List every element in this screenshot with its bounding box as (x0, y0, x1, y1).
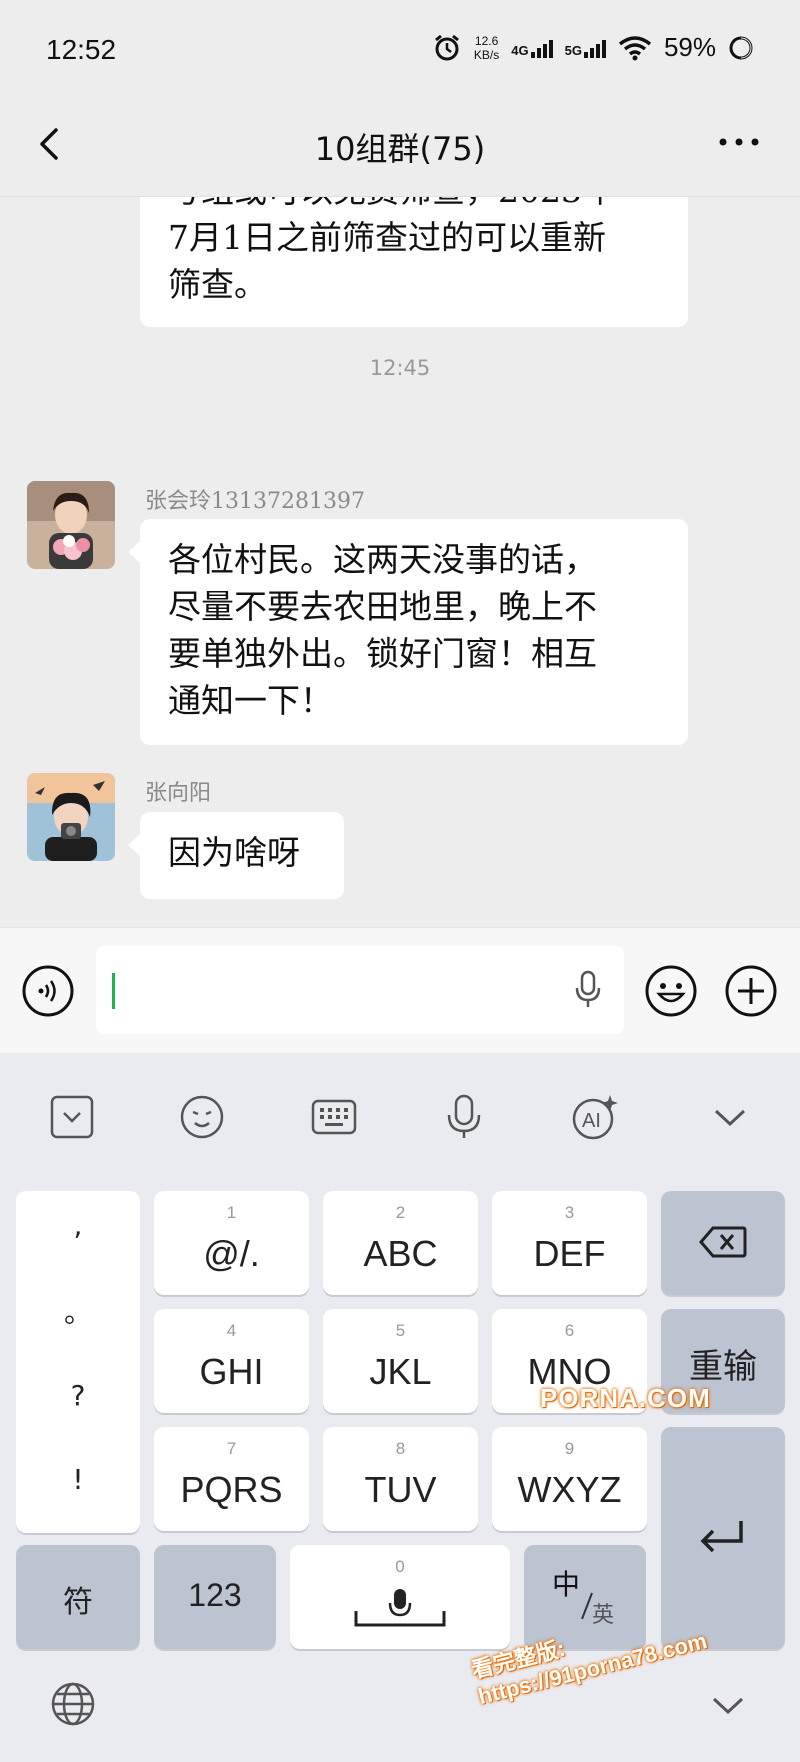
signal-bars-icon (583, 38, 606, 58)
key-2[interactable]: 2 ABC (323, 1191, 478, 1295)
sender-name: 张向阳 (145, 781, 212, 806)
message-line: 通知一下！ (168, 681, 333, 720)
battery-icon (729, 36, 753, 59)
message-bubble[interactable]: 各位村民。这两天没事的话， 尽量不要去农田地里，晚上不 要单独外出。锁好门窗！相… (128, 519, 688, 745)
keyboard-collapse-icon[interactable] (48, 1093, 96, 1141)
key-3[interactable]: 3 DEF (492, 1191, 647, 1295)
net-speed: 12.6 KB/s (473, 33, 500, 62)
message-line: 尽量不要去农田地里，晚上不 (168, 587, 597, 626)
numbers-key[interactable]: 123 (154, 1545, 276, 1649)
key-1[interactable]: 1 @/. (154, 1191, 309, 1295)
signal-4g: 4G (511, 38, 553, 58)
signal-5g: 5G (565, 38, 606, 58)
message-text-field[interactable] (96, 946, 624, 1034)
emoji-panel-icon[interactable] (178, 1093, 226, 1141)
emoji-icon[interactable] (644, 964, 698, 1018)
backspace-key[interactable] (661, 1191, 785, 1295)
chat-title: 10组群(75) (314, 130, 486, 168)
text-cursor (112, 973, 115, 1009)
wifi-icon (618, 35, 652, 60)
punct-exclamation[interactable]: ! (16, 1463, 140, 1496)
avatar[interactable] (27, 481, 115, 569)
avatar-photo-icon (27, 481, 115, 569)
avatar[interactable] (27, 773, 115, 861)
status-icons: 12.6 KB/s 4G 5G 59% (432, 32, 754, 63)
key-4[interactable]: 4 GHI (154, 1309, 309, 1413)
chevron-down-icon[interactable] (706, 1093, 754, 1141)
alarm-icon (434, 34, 459, 60)
message-line: 筛查。 (168, 265, 267, 304)
more-options-icon[interactable] (714, 122, 764, 162)
message-line: 各位村民。这两天没事的话， (168, 540, 597, 579)
message-input-bar (0, 927, 800, 1054)
status-bar: 12:52 12.6 KB/s 4G 5G 59% (0, 0, 800, 100)
keyboard-layout-icon[interactable] (310, 1093, 358, 1141)
space-key[interactable]: 0 (290, 1545, 510, 1649)
chat-header: 10组群(75) (0, 100, 800, 197)
message-line: 号组或可以免费筛查，2023年 (168, 197, 660, 214)
message-line: 要单独外出。锁好门窗！相互 (168, 634, 597, 673)
signal-bars-icon (530, 38, 553, 58)
enter-icon (700, 1521, 743, 1553)
message-line: 因为啥呀 (168, 833, 300, 872)
sender-name: 张会玲13137281397 (145, 489, 365, 514)
avatar-cartoon-icon (27, 773, 115, 861)
battery-level: 59% (663, 32, 716, 62)
microphone-icon[interactable] (574, 970, 602, 1010)
status-time: 12:52 (46, 34, 117, 65)
punct-comma[interactable]: , (16, 1209, 140, 1242)
voice-input-icon[interactable] (440, 1093, 488, 1141)
message-timestamp: 12:45 (369, 356, 431, 380)
message-line: 7月1日之前筛查过的可以重新 (168, 218, 606, 257)
key-7[interactable]: 7 PQRS (154, 1427, 309, 1531)
globe-icon[interactable] (50, 1681, 96, 1727)
ai-assistant-icon[interactable]: AI (570, 1093, 618, 1141)
voice-mode-icon[interactable] (21, 964, 75, 1018)
punct-period[interactable]: 。 (16, 1291, 140, 1331)
punct-question[interactable]: ? (16, 1379, 140, 1412)
keyboard: AI , 。 ? ! 1 @/. 2 ABC 3 DEF 4 GHI 5 JKL 6 MNO… (0, 1053, 800, 1762)
key-8[interactable]: 8 TUV (323, 1427, 478, 1531)
key-5[interactable]: 5 JKL (323, 1309, 478, 1413)
space-mic-icon (354, 1589, 446, 1627)
chevron-down-icon[interactable] (706, 1687, 750, 1723)
message-bubble[interactable]: 号组或可以免费筛查，2023年 7月1日之前筛查过的可以重新 筛查。 (140, 197, 688, 327)
message-bubble[interactable]: 因为啥呀 (128, 812, 344, 899)
watermark-brand: PORNA.COM (540, 1383, 711, 1413)
backspace-icon (699, 1226, 747, 1258)
add-more-icon[interactable] (724, 964, 778, 1018)
key-9[interactable]: 9 WXYZ (492, 1427, 647, 1531)
symbols-key[interactable]: 符 (16, 1545, 140, 1649)
chat-message-list[interactable]: 号组或可以免费筛查，2023年 7月1日之前筛查过的可以重新 筛查。 12:45… (0, 197, 800, 927)
svg-text:AI: AI (582, 1110, 601, 1132)
punctuation-column[interactable]: , 。 ? ! (16, 1191, 140, 1533)
